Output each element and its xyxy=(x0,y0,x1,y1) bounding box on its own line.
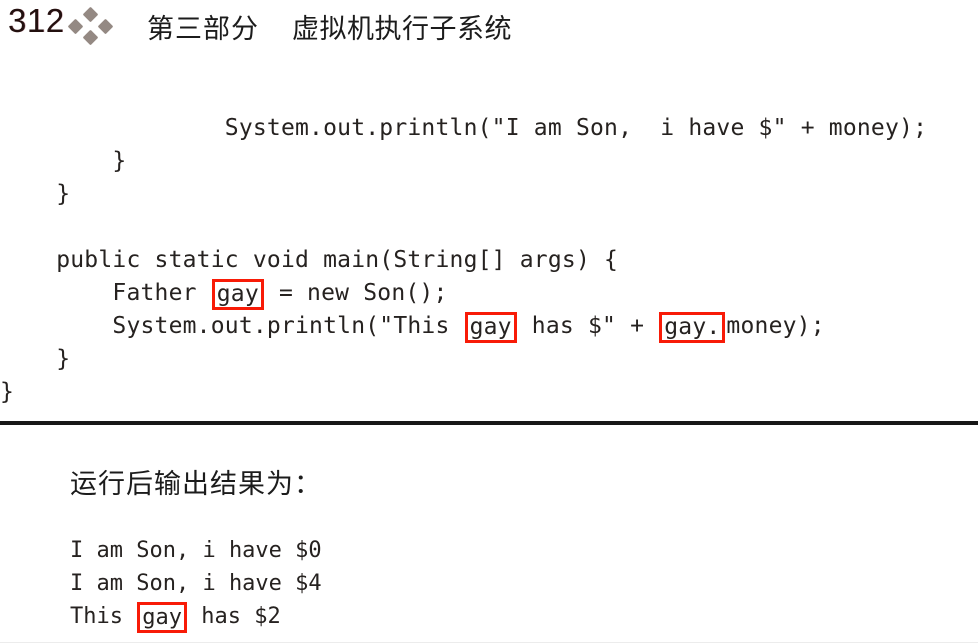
annotation-box: gay. xyxy=(659,312,726,343)
ornament-diamond-east xyxy=(97,18,114,35)
code-text: I am Son, i have $4 xyxy=(70,571,322,596)
code-text: money); xyxy=(726,313,825,339)
code-line: } xyxy=(0,145,978,178)
program-output: I am Son, i have $0 I am Son, i have $4 Th… xyxy=(70,534,322,633)
code-line: Father gay = new Son(); xyxy=(0,277,978,310)
code-text: has $2 xyxy=(187,604,281,629)
annotation-box: gay xyxy=(137,602,187,633)
code-line: public static void main(String[] args) { xyxy=(0,244,978,277)
page-header: 312 第三部分 虚拟机执行子系统 xyxy=(0,0,978,58)
section-divider xyxy=(0,421,978,425)
code-text: Father xyxy=(112,280,211,306)
code-text: } xyxy=(112,148,127,174)
code-text: } xyxy=(56,181,71,207)
code-text: = new Son(); xyxy=(264,280,448,306)
output-line: I am Son, i have $4 xyxy=(70,567,322,600)
four-diamond-ornament-icon xyxy=(66,6,116,46)
header-part-label: 第三部分 xyxy=(147,14,259,45)
code-line: } xyxy=(0,376,978,409)
ornament-diamond-south xyxy=(82,29,99,46)
code-text: } xyxy=(56,346,71,372)
header-section-title: 虚拟机执行子系统 xyxy=(292,14,512,45)
output-line: I am Son, i have $0 xyxy=(70,534,322,567)
output-line: This gay has $2 xyxy=(70,600,322,633)
code-text: System.out.println("I am Son, i have $" … xyxy=(224,115,928,141)
code-text: I am Son, i have $0 xyxy=(70,538,322,563)
ornament-diamond-north xyxy=(82,6,99,23)
annotation-box: gay xyxy=(464,312,517,343)
ornament-diamond-west xyxy=(67,18,84,35)
code-line: } xyxy=(0,343,978,376)
code-line: } xyxy=(0,178,978,211)
code-line: System.out.println("I am Son, i have $" … xyxy=(0,112,978,145)
code-text: This xyxy=(70,604,137,629)
code-text: } xyxy=(0,379,15,405)
code-text: has $" + xyxy=(517,313,659,339)
code-text: public static void main(String[] args) { xyxy=(56,247,619,273)
page-number: 312 xyxy=(8,2,65,39)
code-text: System.out.println("This xyxy=(112,313,464,339)
code-listing: System.out.println("I am Son, i have $" … xyxy=(0,112,978,409)
output-heading: 运行后输出结果为： xyxy=(70,469,322,500)
code-line: System.out.println("This gay has $" + ga… xyxy=(0,310,978,343)
annotation-box: gay xyxy=(211,279,264,310)
